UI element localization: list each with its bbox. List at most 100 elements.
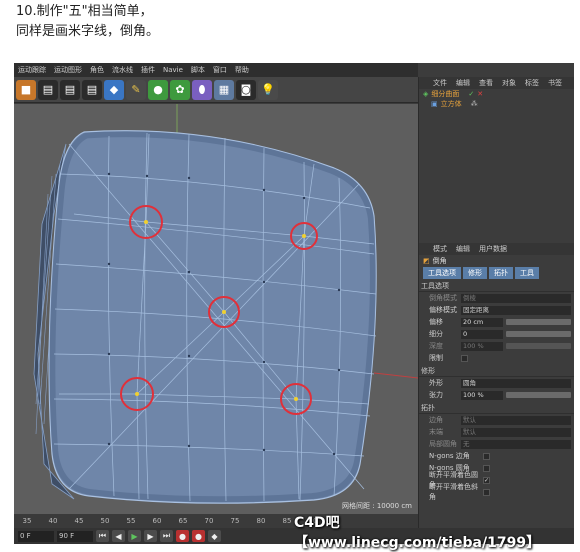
clapper-icon[interactable]: ▤ [82, 79, 102, 100]
record-icon[interactable]: ● [176, 530, 189, 542]
om-menu-item[interactable]: 文件 [433, 78, 447, 88]
menu-item[interactable]: 帮助 [235, 65, 249, 75]
shape-select[interactable]: 圆角 [461, 378, 571, 388]
menu-item[interactable]: 流水线 [112, 65, 133, 75]
selected-point [135, 392, 139, 396]
tab-topology[interactable]: 拓扑 [489, 267, 513, 279]
break-smooth-miter-checkbox[interactable] [483, 488, 490, 496]
prev-key-icon[interactable]: ◀ [112, 530, 125, 542]
object-row[interactable]: ▣ 立方体 ⁂ [419, 99, 574, 109]
prop-label: 末端 [429, 428, 443, 436]
timeline-tick: 75 [230, 517, 240, 525]
object-manager-menu: 文件 编辑 查看 对象 标签 书签 [419, 77, 574, 89]
mesh-front-face [48, 130, 377, 504]
render-icon[interactable]: ✕ [477, 90, 483, 98]
tension-slider[interactable] [506, 392, 571, 398]
prop-label: 局部圆角 [429, 440, 457, 448]
am-menu-item[interactable]: 模式 [433, 244, 447, 254]
camera-icon[interactable]: ◙ [236, 79, 256, 100]
selected-point [222, 310, 226, 314]
autokey-icon[interactable]: ● [192, 530, 205, 542]
phong-tag-icon[interactable]: ⁂ [471, 100, 478, 108]
ngons-corner-checkbox[interactable] [483, 452, 490, 460]
prop-label: 细分 [429, 330, 443, 338]
object-name: 细分曲面 [431, 90, 460, 98]
ngons-round-checkbox[interactable] [483, 464, 490, 472]
am-menu-item[interactable]: 用户数据 [479, 244, 507, 254]
prop-subdivision: 细分 0 [419, 328, 574, 340]
round-corner-select[interactable]: 无 [461, 439, 571, 449]
subdivision-slider[interactable] [506, 331, 571, 337]
tab-tool-options[interactable]: 工具选项 [423, 267, 461, 279]
menu-item[interactable]: 角色 [90, 65, 104, 75]
light-icon[interactable]: 💡 [258, 79, 278, 100]
break-smooth-round-checkbox[interactable]: ✓ [483, 476, 490, 484]
tab-tool[interactable]: 工具 [515, 267, 539, 279]
timeline-tick: 50 [100, 517, 110, 525]
go-start-icon[interactable]: ⏮ [96, 530, 109, 542]
prop-break-smooth-miter: 断开平滑着色斜角 [419, 483, 574, 501]
tension-field[interactable]: 100 % [461, 390, 503, 400]
menu-item[interactable]: 窗口 [213, 65, 227, 75]
cube-blue-icon[interactable]: ◆ [104, 79, 124, 100]
start-frame-field[interactable]: 0 F [18, 530, 54, 542]
prop-ngons-corner: N-gons 边角 [419, 450, 574, 462]
play-icon[interactable]: ▶ [128, 530, 141, 542]
prop-label: 倒角模式 [429, 294, 457, 302]
go-end-icon[interactable]: ⏭ [160, 530, 173, 542]
timeline-tick: 70 [204, 517, 214, 525]
menu-item[interactable]: Navie [163, 66, 183, 74]
viewport-scene [33, 104, 419, 504]
menu-item[interactable]: 脚本 [191, 65, 205, 75]
clapper-icon[interactable]: ▤ [38, 79, 58, 100]
floor-icon[interactable]: ▦ [214, 79, 234, 100]
deformer-icon[interactable]: ⬮ [192, 79, 212, 100]
attribute-manager-menu: 模式 编辑 用户数据 [419, 243, 574, 255]
end-select[interactable]: 默认 [461, 427, 571, 437]
om-menu-item[interactable]: 对象 [502, 78, 516, 88]
attribute-manager: 模式 编辑 用户数据 ◩ 倒角 工具选项 修形 拓扑 工具 工具选项 倒角模式 … [419, 243, 574, 501]
tab-shape[interactable]: 修形 [463, 267, 487, 279]
limit-checkbox[interactable] [461, 354, 468, 362]
om-menu-item[interactable]: 书签 [548, 78, 562, 88]
3d-viewport[interactable]: 网格间距 : 10000 cm [14, 104, 419, 514]
nurbs-icon[interactable]: ● [148, 79, 168, 100]
om-menu-item[interactable]: 编辑 [456, 78, 470, 88]
next-key-icon[interactable]: ▶ [144, 530, 157, 542]
am-menu-item[interactable]: 编辑 [456, 244, 470, 254]
depth-slider[interactable] [506, 343, 571, 349]
menu-item[interactable]: 插件 [141, 65, 155, 75]
visibility-icon[interactable]: ✓ [468, 90, 474, 98]
clapper-icon[interactable]: ▤ [60, 79, 80, 100]
menu-item[interactable]: 运动跟踪 [18, 65, 46, 75]
selected-point [144, 220, 148, 224]
bevel-mode-select[interactable]: 倒棱 [461, 293, 571, 303]
right-panel: 文件 编辑 查看 对象 标签 书签 ◈ 细分曲面 ✓ ✕ ▣ 立方体 ⁂ 模式 … [418, 77, 574, 528]
offset-field[interactable]: 20 cm [461, 317, 503, 327]
keyframe-icon[interactable]: ◆ [208, 530, 221, 542]
timeline-tick: 45 [74, 517, 84, 525]
offset-slider[interactable] [506, 319, 571, 325]
offset-mode-select[interactable]: 固定距离 [461, 305, 571, 315]
subdivision-field[interactable]: 0 [461, 329, 503, 339]
prop-round-corner: 局部圆角 无 [419, 438, 574, 450]
corner-select[interactable]: 默认 [461, 415, 571, 425]
prop-offset-mode: 偏移模式 固定距离 [419, 304, 574, 316]
om-menu-item[interactable]: 查看 [479, 78, 493, 88]
om-menu-item[interactable]: 标签 [525, 78, 539, 88]
array-icon[interactable]: ✿ [170, 79, 190, 100]
menu-item[interactable]: 运动图形 [54, 65, 82, 75]
prop-label: 断开平滑着色斜角 [429, 483, 478, 501]
timeline-tick: 35 [22, 517, 32, 525]
object-row[interactable]: ◈ 细分曲面 ✓ ✕ [419, 89, 574, 99]
prop-label: 边角 [429, 416, 443, 424]
prop-label: N-gons 边角 [429, 452, 470, 460]
caption-line-1: 10.制作"五"相当简单， [16, 4, 153, 19]
cube-icon[interactable]: ■ [16, 79, 36, 100]
pen-icon[interactable]: ✎ [126, 79, 146, 100]
depth-field[interactable]: 100 % [461, 341, 503, 351]
end-frame-field[interactable]: 90 F [57, 530, 93, 542]
section-shape: 修形 [419, 366, 574, 377]
prop-label: 偏移模式 [429, 306, 457, 314]
timeline-tick: 60 [152, 517, 162, 525]
